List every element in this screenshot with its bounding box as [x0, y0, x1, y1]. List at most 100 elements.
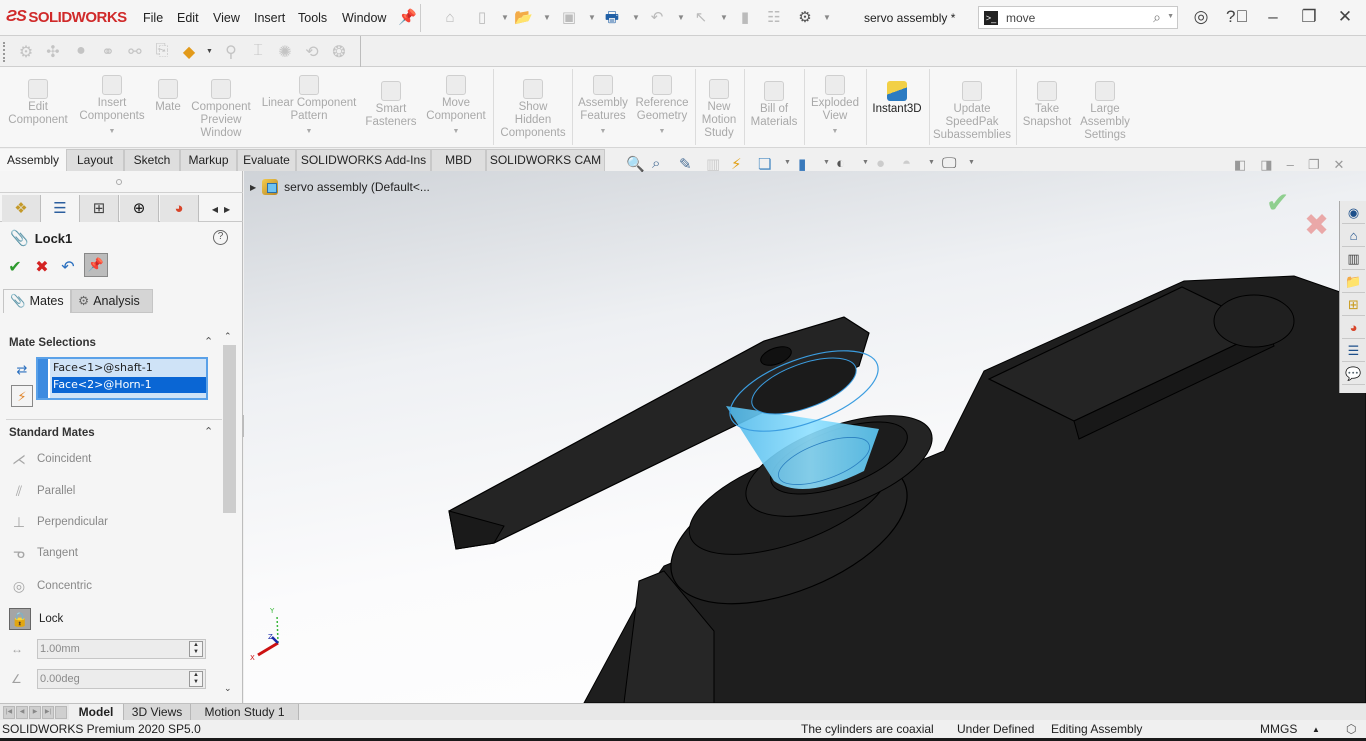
next-tab-icon[interactable]: ▶	[29, 706, 41, 719]
dynamic-annotation-icon[interactable]: ⚡	[731, 155, 742, 173]
tab-mates[interactable]: 📎 Mates	[3, 289, 71, 313]
chevron-down-icon[interactable]: ▼	[422, 125, 490, 138]
menu-edit[interactable]: Edit	[177, 11, 199, 25]
cancel-button[interactable]: ✖	[32, 257, 52, 277]
design-library-icon[interactable]: ▥	[1342, 248, 1365, 270]
pin-icon[interactable]: 📌	[84, 253, 108, 277]
featuremanager-tab-icon[interactable]: ❖	[2, 195, 41, 222]
tab-evaluate[interactable]: Evaluate	[237, 149, 296, 171]
file-properties-icon[interactable]: ☷	[765, 9, 783, 27]
tab-layout[interactable]: Layout	[66, 149, 124, 171]
file-explorer-icon[interactable]: 📁	[1342, 271, 1365, 293]
tile-right-icon[interactable]: ◨	[1260, 157, 1272, 173]
mate-lock[interactable]: 🔒 Lock	[9, 608, 63, 630]
chevron-down-icon[interactable]: ▼	[808, 125, 862, 138]
dimxpert-tab-icon[interactable]: ⊕	[120, 195, 159, 222]
tab-3d-views[interactable]: 3D Views	[124, 704, 191, 721]
show-hidden-components-button[interactable]: Show Hidden Components	[500, 67, 566, 148]
tab-sketch[interactable]: Sketch	[124, 149, 180, 171]
scroll-up-icon[interactable]: ⌃	[224, 331, 232, 342]
restore-icon[interactable]: ❐	[1308, 157, 1320, 173]
insert-components-button[interactable]: Insert Components ▼	[78, 67, 146, 148]
minimize-icon[interactable]: –	[1262, 7, 1284, 27]
reference-geometry-button[interactable]: Reference Geometry ▼	[634, 67, 690, 148]
user-account-icon[interactable]: ◎	[1190, 7, 1212, 27]
tab-solidworks-cam[interactable]: SOLIDWORKS CAM	[486, 149, 605, 171]
panel-scrollbar[interactable]: ⌃ ⌄	[222, 331, 237, 701]
tile-left-icon[interactable]: ◧	[1234, 157, 1246, 173]
minimize-icon[interactable]: –	[1287, 157, 1294, 173]
save-icon[interactable]: ▣	[560, 9, 578, 27]
tab-scroll-icon[interactable]	[55, 706, 67, 719]
unit-system-dropdown-icon[interactable]: ▲	[1312, 725, 1320, 734]
zoom-to-area-icon[interactable]: ⌕	[652, 155, 660, 172]
appearance-icon[interactable]: ◆	[179, 42, 199, 62]
displaymanager-tab-icon[interactable]: ◕	[160, 195, 199, 222]
last-tab-icon[interactable]: ▶|	[42, 706, 54, 719]
menu-tools[interactable]: Tools	[298, 11, 327, 25]
chevron-down-icon[interactable]: ▼	[823, 13, 831, 22]
angle-field[interactable]: 0.00deg ▲ ▼	[37, 669, 206, 689]
distance-value[interactable]: 1.00mm	[40, 643, 80, 655]
view-settings-icon[interactable]: 🖵	[942, 155, 956, 172]
collapse-icon[interactable]: ⌃	[204, 425, 213, 438]
print-icon[interactable]: 🖶	[603, 9, 621, 27]
mate-parallel[interactable]: ⫽ Parallel	[9, 480, 75, 502]
chevron-down-icon[interactable]: ▼	[632, 13, 640, 22]
large-assembly-settings-button[interactable]: Large Assembly Settings	[1076, 67, 1134, 148]
bill-of-materials-button[interactable]: Bill of Materials	[748, 67, 800, 148]
forum-icon[interactable]: 💬	[1342, 363, 1365, 385]
tab-assembly[interactable]: Assembly	[0, 149, 66, 171]
open-icon[interactable]: 📂	[514, 9, 533, 27]
select-icon[interactable]: ↖	[692, 9, 710, 27]
collapse-icon[interactable]: ⌃	[204, 335, 213, 348]
options-gear-icon[interactable]: ⚙	[796, 9, 814, 27]
assembly-features-button[interactable]: Assembly Features ▼	[576, 67, 630, 148]
mate-coincident[interactable]: ⋌ Coincident	[9, 448, 91, 470]
view-orientation-icon[interactable]: ❏	[758, 155, 771, 173]
chevron-down-icon[interactable]: ▼	[634, 125, 690, 138]
distance-spinner[interactable]: ▲ ▼	[189, 641, 203, 657]
toolbar-tool-icon[interactable]: ⎘	[152, 42, 172, 60]
toolbar-tool-icon[interactable]: ⟲	[302, 42, 322, 62]
undo-icon[interactable]: ↶	[58, 257, 78, 277]
toolbar-tool-icon[interactable]: ⚙	[16, 42, 36, 62]
close-icon[interactable]: ✕	[1334, 7, 1356, 27]
toolbar-tool-icon[interactable]: ❂	[329, 42, 349, 62]
search-input[interactable]: move	[1006, 11, 1035, 25]
toolbar-tool-icon[interactable]: ⚭	[98, 42, 118, 62]
toolbar-tool-icon[interactable]: ●	[71, 42, 91, 60]
confirm-check-icon[interactable]: ✔	[1266, 186, 1289, 219]
tab-markup[interactable]: Markup	[180, 149, 237, 171]
chevron-down-icon[interactable]: ▼	[677, 13, 685, 22]
hide-show-items-icon[interactable]: ◐	[836, 155, 845, 172]
chevron-down-icon[interactable]: ▼	[206, 48, 213, 55]
unit-system[interactable]: MMGS	[1260, 722, 1297, 736]
display-style-icon[interactable]: ▮	[798, 155, 806, 173]
chevron-down-icon[interactable]: ▼	[968, 159, 975, 166]
linear-component-pattern-button[interactable]: Linear Component Pattern ▼	[260, 67, 358, 148]
previous-view-icon[interactable]: ✎	[679, 155, 692, 173]
mate-selections-list[interactable]: Face<1>@shaft-1 Face<2>@Horn-1	[36, 357, 208, 400]
graphics-area[interactable]: ▶ servo assembly (Default<... ✔ ✖	[244, 171, 1366, 703]
menu-file[interactable]: File	[143, 11, 163, 25]
list-item[interactable]: Face<1>@shaft-1	[52, 360, 206, 376]
previous-tab-icon[interactable]: ◀	[16, 706, 28, 719]
appearances-icon[interactable]: ◕	[1342, 317, 1365, 339]
close-icon[interactable]: ✕	[1333, 157, 1344, 173]
tab-model[interactable]: Model	[69, 704, 124, 721]
toolbar-tool-icon[interactable]: ✺	[275, 42, 295, 62]
toolbar-tool-icon[interactable]: ⚯	[125, 42, 145, 62]
edit-appearance-icon[interactable]: ●	[876, 155, 885, 172]
distance-field[interactable]: 1.00mm ▲ ▼	[37, 639, 206, 659]
tab-analysis[interactable]: ⚙ Analysis	[71, 289, 153, 313]
chevron-down-icon[interactable]: ▼	[78, 125, 146, 138]
pin-menu-icon[interactable]: 📌	[398, 9, 417, 27]
toolbar-tool-icon[interactable]: ✣	[43, 42, 63, 62]
menu-view[interactable]: View	[213, 11, 240, 25]
mate-button[interactable]: Mate	[152, 67, 184, 148]
zoom-to-fit-icon[interactable]: 🔍	[626, 155, 645, 173]
expand-icon[interactable]: ▶	[250, 183, 256, 192]
section-view-icon[interactable]: ▥	[706, 155, 720, 173]
solidworks-resources-icon[interactable]: ◉	[1342, 202, 1365, 224]
